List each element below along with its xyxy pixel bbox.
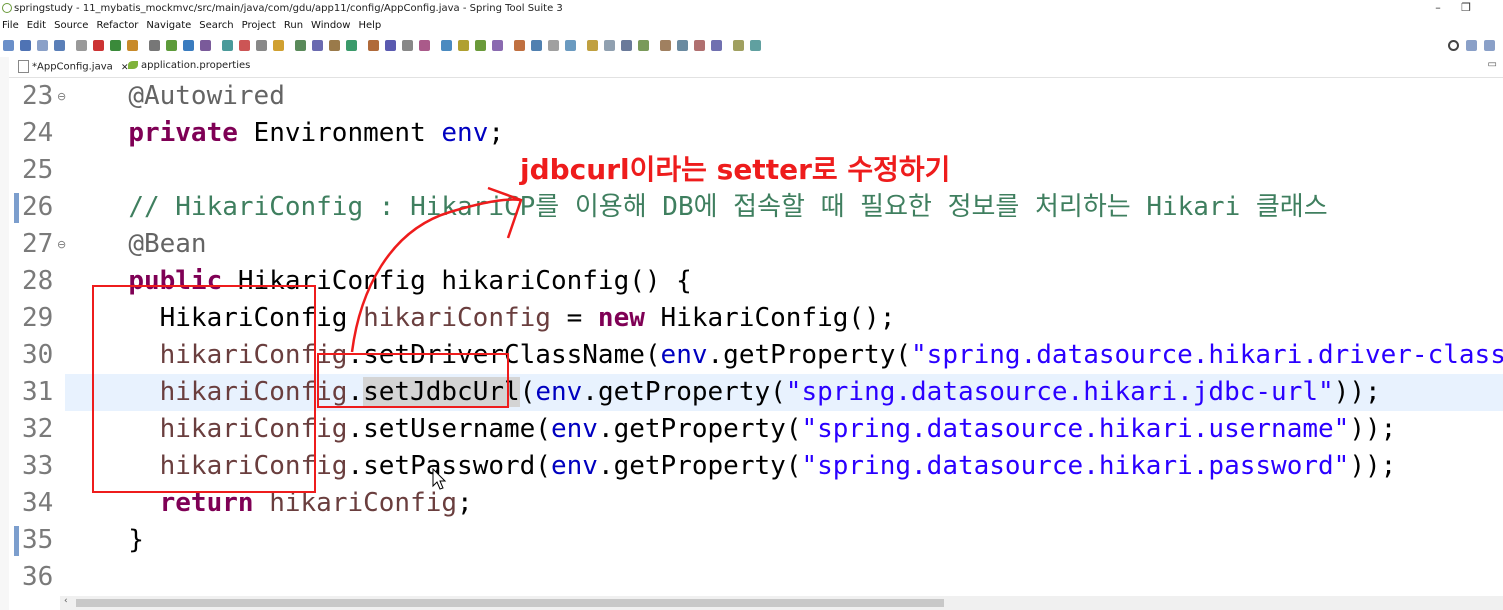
horizontal-scrollbar[interactable]: ‹ bbox=[60, 596, 1503, 610]
annotation-text: jdbcurl이라는 setter로 수정하기 bbox=[520, 153, 951, 186]
mouse-cursor-icon bbox=[432, 468, 447, 490]
scroll-left-arrow-icon[interactable]: ‹ bbox=[64, 596, 68, 606]
scrollbar-thumb[interactable] bbox=[76, 599, 944, 607]
annotation-arrow bbox=[350, 186, 523, 353]
